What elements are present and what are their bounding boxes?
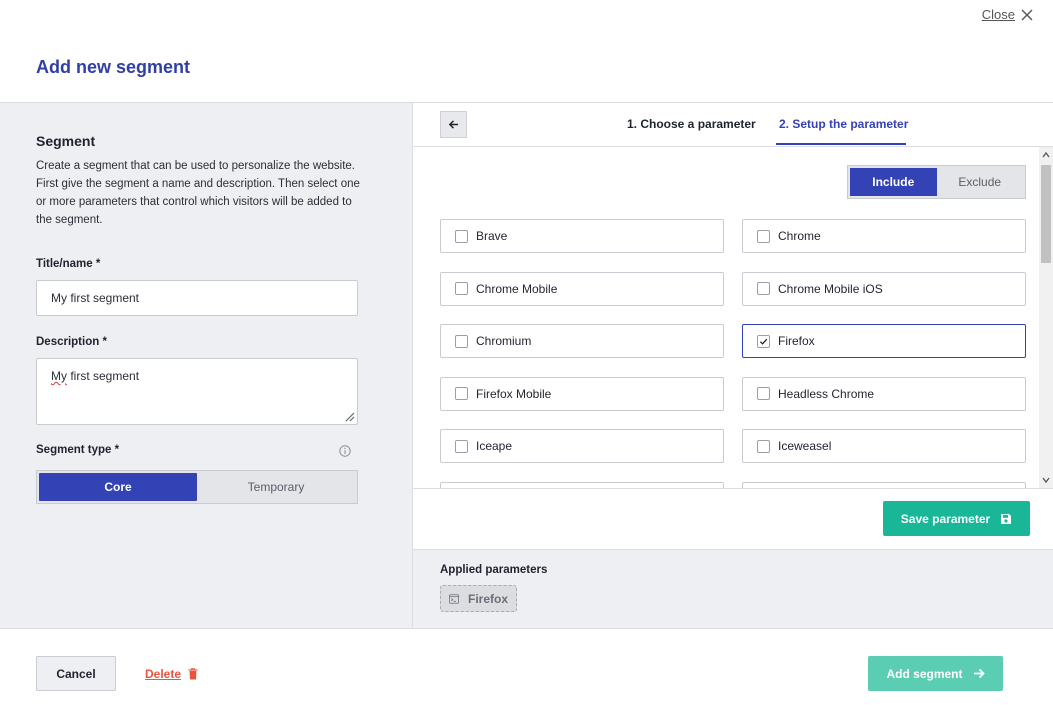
option-label: Chromium: [476, 334, 532, 348]
option-label: Firefox Mobile: [476, 386, 552, 401]
tab-choose-parameter[interactable]: 1. Choose a parameter: [627, 117, 756, 131]
option-chrome-mobile-ios[interactable]: Chrome Mobile iOS: [742, 271, 1026, 306]
cancel-label: Cancel: [56, 666, 96, 681]
add-segment-label: Add segment: [886, 666, 963, 681]
parameter-options-scroll[interactable]: Include Exclude Brave Chrome Chrome Mobi…: [413, 147, 1053, 488]
back-button[interactable]: [440, 111, 467, 138]
segment-type-temporary[interactable]: Temporary: [197, 473, 355, 501]
description-field-label: Description *: [36, 336, 107, 348]
option-chrome-mobile[interactable]: Chrome Mobile: [440, 271, 724, 306]
option-label: Headless Chrome: [778, 386, 875, 401]
delete-label: Delete: [145, 667, 182, 681]
description-textarea[interactable]: My first segment: [36, 358, 358, 425]
title-input[interactable]: My first segment: [36, 280, 358, 316]
scroll-up-icon[interactable]: [1042, 151, 1050, 159]
save-parameter-button[interactable]: Save parameter: [883, 501, 1030, 536]
applied-parameters-section: Applied parameters Firefox: [413, 549, 1053, 629]
arrow-left-icon: [448, 120, 459, 129]
option-label: Chrome: [778, 229, 821, 243]
checkbox[interactable]: [757, 439, 770, 453]
checkmark-icon: [759, 338, 768, 345]
segment-type-toggle: Core Temporary: [36, 470, 358, 504]
option-label: Brave: [476, 229, 508, 243]
divider: [413, 488, 1053, 489]
scrollbar[interactable]: [1039, 147, 1053, 488]
arrow-right-icon: [973, 668, 985, 679]
include-option[interactable]: Include: [850, 168, 937, 196]
delete-button[interactable]: Delete: [145, 667, 198, 681]
option-label: Iceweasel: [778, 439, 832, 453]
option-brave[interactable]: Brave: [440, 219, 724, 253]
close-label: Close: [981, 7, 1015, 22]
segment-type-core[interactable]: Core: [39, 473, 197, 501]
active-tab-indicator: [776, 143, 906, 145]
checkbox[interactable]: [757, 387, 770, 400]
applied-parameter-label: Firefox: [467, 591, 508, 606]
segment-section-title: Segment: [36, 133, 96, 149]
page-title: Add new segment: [36, 57, 191, 77]
include-exclude-toggle: Include Exclude: [847, 165, 1026, 199]
checkbox[interactable]: [455, 282, 468, 295]
footer-bar: Cancel Delete Add segment: [0, 628, 1053, 713]
option-label: Iceape: [476, 439, 513, 453]
floppy-disk-icon: [1001, 513, 1012, 524]
add-segment-button[interactable]: Add segment: [868, 656, 1003, 691]
parameter-panel: 1. Choose a parameter 2. Setup the param…: [413, 102, 1053, 629]
exclude-option[interactable]: Exclude: [937, 168, 1024, 196]
option-chromium[interactable]: Chromium: [440, 324, 724, 358]
tab-setup-parameter[interactable]: 2. Setup the parameter: [779, 117, 908, 131]
title-input-value: My first segment: [51, 291, 140, 305]
applied-parameters-title: Applied parameters: [440, 564, 548, 576]
option-iceape[interactable]: Iceape: [440, 429, 724, 463]
option-label: Chrome Mobile iOS: [778, 281, 883, 296]
checkbox[interactable]: [455, 387, 468, 400]
option-iceweasel[interactable]: Iceweasel: [742, 429, 1026, 463]
description-value-misspelled: My: [51, 369, 67, 383]
segment-description-text: Create a segment that can be used to per…: [36, 160, 360, 226]
segment-panel: Segment Create a segment that can be use…: [0, 102, 413, 628]
resize-grip-icon[interactable]: [343, 410, 355, 422]
option-label: Chrome Mobile: [476, 281, 558, 296]
browser-options-grid: Brave Chrome Chrome Mobile Chrome Mobile…: [440, 219, 1026, 488]
checkbox[interactable]: [455, 229, 468, 243]
option-firefox[interactable]: Firefox: [742, 324, 1026, 358]
close-icon: [1021, 9, 1033, 20]
terminal-icon: [449, 593, 459, 604]
trash-icon: [188, 668, 198, 680]
scroll-down-icon[interactable]: [1042, 476, 1050, 484]
option-chrome[interactable]: Chrome: [742, 219, 1026, 253]
checkbox[interactable]: [757, 229, 770, 243]
applied-parameter-chip[interactable]: Firefox: [440, 585, 517, 612]
checkbox[interactable]: [757, 282, 770, 295]
checkbox-checked[interactable]: [757, 334, 770, 348]
close-button[interactable]: Close: [982, 7, 1033, 22]
cancel-button[interactable]: Cancel: [36, 656, 116, 691]
checkbox[interactable]: [455, 439, 468, 453]
description-value: first segment: [67, 369, 140, 383]
option-label: Firefox: [778, 334, 815, 348]
scrollbar-thumb[interactable]: [1041, 165, 1051, 263]
save-parameter-label: Save parameter: [900, 511, 991, 526]
option-headless-chrome[interactable]: Headless Chrome: [742, 376, 1026, 411]
title-field-label: Title/name *: [36, 258, 101, 270]
segment-type-label: Segment type *: [36, 444, 120, 456]
option-firefox-mobile[interactable]: Firefox Mobile: [440, 376, 724, 411]
checkbox[interactable]: [455, 334, 468, 348]
info-icon[interactable]: [339, 445, 351, 457]
